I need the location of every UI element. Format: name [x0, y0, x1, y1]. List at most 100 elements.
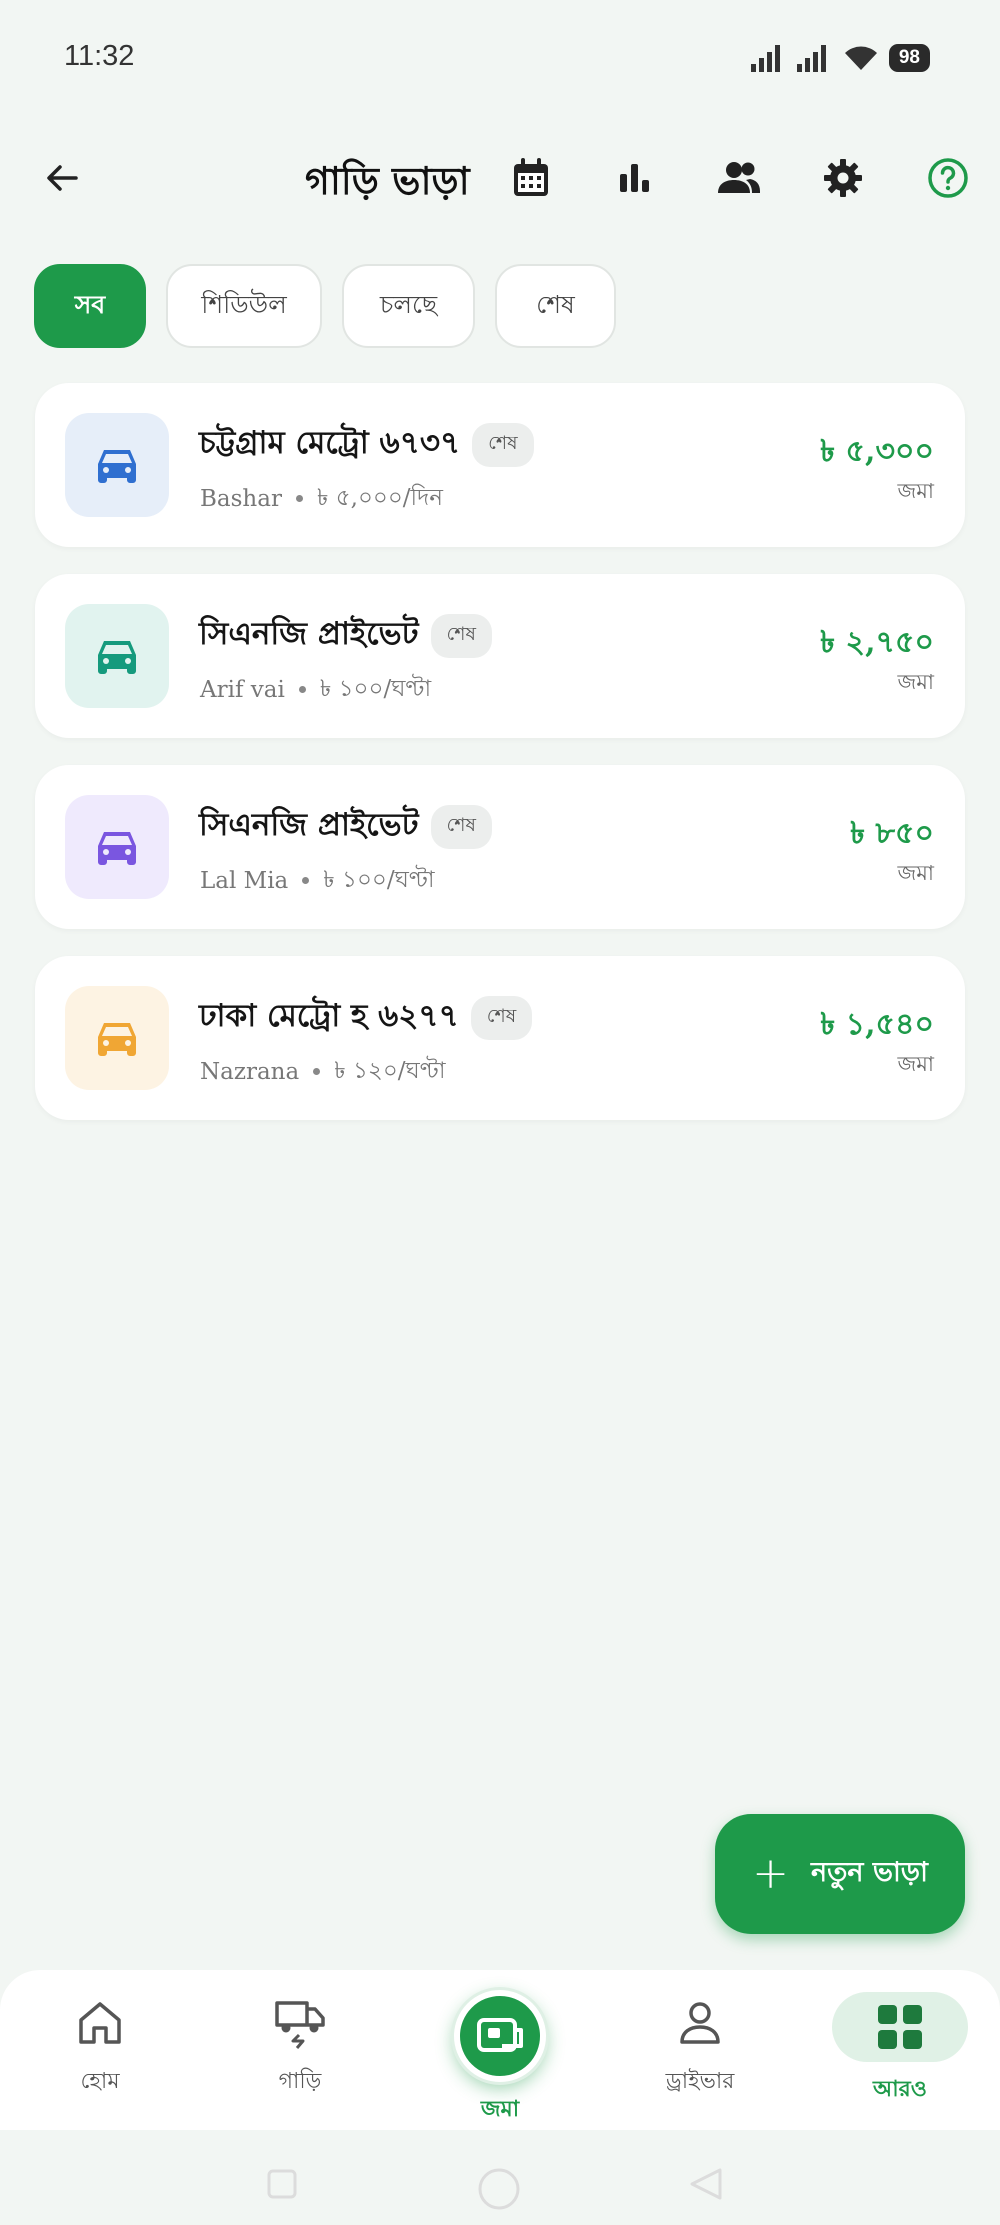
car-icon-box — [65, 413, 169, 517]
nav-item-more[interactable]: আরও — [820, 1992, 980, 2112]
grid-icon — [878, 2005, 922, 2049]
arrow-left-icon — [47, 165, 78, 191]
deposit-label: জমা — [897, 1052, 934, 1076]
app-bar: গাড়ি ভাড়া — [0, 130, 1000, 226]
deposit-amount: ৳ ৮৫০ — [850, 816, 934, 851]
status-time: 11:32 — [64, 40, 135, 72]
people-button[interactable] — [711, 150, 767, 206]
card-title-row: সিএনজি প্রাইভেট শেষ — [199, 801, 492, 853]
nav-label-home: হোম — [80, 2069, 120, 2094]
rental-rate: ৳ ১০০/ঘণ্টা — [323, 867, 435, 893]
vehicle-name: ঢাকা মেট্রো হ ৬২৭৭ — [199, 998, 459, 1034]
status-icons: 98 — [750, 44, 930, 72]
card-subtitle: Lal Mia ৳ ১০০/ঘণ্টা — [200, 861, 435, 900]
nav-item-drivers[interactable]: ড্রাইভার — [620, 1992, 780, 2112]
nav-item-vehicles[interactable]: গাড়ি — [220, 1992, 380, 2112]
rental-card[interactable]: সিএনজি প্রাইভেট শেষ Lal Mia ৳ ১০০/ঘণ্টা … — [35, 765, 965, 929]
driver-name: Nazrana — [200, 1058, 300, 1085]
status-badge: শেষ — [472, 423, 534, 467]
deposit-label: জমা — [897, 861, 934, 885]
card-subtitle: Nazrana ৳ ১২০/ঘণ্টা — [200, 1052, 446, 1091]
rental-rate: ৳ ১২০/ঘণ্টা — [334, 1058, 446, 1084]
car-icon — [98, 1023, 136, 1056]
vehicle-name: চট্টগ্রাম মেট্রো ৬৭৩৭ — [199, 425, 461, 461]
nav-icon-wrap — [677, 1992, 723, 2054]
nav-icon-wrap — [273, 1992, 327, 2054]
rental-card[interactable]: ঢাকা মেট্রো হ ৬২৭৭ শেষ Nazrana ৳ ১২০/ঘণ্… — [35, 956, 965, 1120]
signal-icon — [750, 45, 780, 72]
page-title: গাড়ি ভাড়া — [305, 158, 470, 203]
card-title-row: চট্টগ্রাম মেট্রো ৬৭৩৭ শেষ — [199, 419, 534, 471]
status-bar: 11:32 98 — [0, 0, 1000, 120]
separator-dot — [302, 877, 310, 884]
help-icon — [928, 158, 968, 198]
back-button[interactable] — [36, 152, 88, 204]
filter-chip-scheduled[interactable]: শিডিউল — [166, 264, 322, 348]
driver-name: Bashar — [200, 485, 282, 512]
home-circle-icon[interactable] — [476, 2166, 522, 2212]
recent-apps-icon[interactable] — [266, 2168, 298, 2200]
status-badge: শেষ — [430, 614, 492, 658]
card-title-row: ঢাকা মেট্রো হ ৬২৭৭ শেষ — [199, 992, 533, 1044]
deposit-amount: ৳ ১,৫৪০ — [820, 1007, 934, 1042]
rental-rate: ৳ ১০০/ঘণ্টা — [319, 676, 432, 702]
car-icon — [98, 832, 136, 865]
status-badge: শেষ — [430, 805, 492, 849]
car-icon — [98, 641, 136, 674]
gear-icon — [824, 159, 862, 197]
card-subtitle: Arif vai ৳ ১০০/ঘণ্টা — [200, 670, 431, 709]
filter-chip-finished[interactable]: শেষ — [495, 264, 616, 348]
driver-name: Arif vai — [200, 676, 285, 703]
vehicle-icon — [275, 2001, 325, 2049]
calendar-button[interactable] — [503, 150, 559, 206]
stats-button[interactable] — [607, 150, 663, 206]
help-button[interactable] — [920, 150, 976, 206]
separator-dot — [298, 686, 306, 693]
card-subtitle: Bashar ৳ ৫,০০০/দিন — [200, 479, 443, 518]
separator-dot — [313, 1068, 321, 1075]
calendar-icon — [514, 158, 548, 196]
new-rental-label: নতুন ভাড়া — [810, 1856, 928, 1888]
deposit-label: জমা — [897, 479, 934, 503]
car-icon — [98, 450, 136, 483]
settings-button[interactable] — [815, 150, 871, 206]
deposit-amount: ৳ ২,৭৫০ — [820, 625, 934, 660]
rental-list: চট্টগ্রাম মেট্রো ৬৭৩৭ শেষ Bashar ৳ ৫,০০০… — [35, 383, 965, 1147]
signal-icon — [796, 45, 826, 72]
battery-badge: 98 — [888, 44, 930, 72]
rental-rate: ৳ ৫,০০০/দিন — [316, 485, 443, 511]
car-icon-box — [65, 795, 169, 899]
nav-icon-wrap — [76, 1992, 124, 2054]
plus-icon: + — [752, 1848, 789, 1899]
nav-label-deposit: জমা — [480, 2097, 520, 2122]
status-badge: শেষ — [470, 996, 533, 1040]
bar-chart-icon — [620, 164, 649, 192]
driver-name: Lal Mia — [200, 867, 289, 894]
person-icon — [680, 2002, 720, 2044]
car-icon-box — [65, 986, 169, 1090]
deposit-label: জমা — [897, 670, 934, 694]
filter-chip-running[interactable]: চলছে — [342, 264, 475, 348]
separator-dot — [295, 495, 303, 502]
system-nav-bar — [0, 2130, 1000, 2225]
nav-item-home[interactable]: হোম — [20, 1992, 180, 2112]
nav-label-vehicles: গাড়ি — [278, 2069, 322, 2094]
filter-chip-all[interactable]: সব — [34, 264, 146, 348]
wifi-icon — [844, 46, 877, 70]
home-icon — [79, 2002, 121, 2044]
deposit-nav-button[interactable] — [454, 1990, 546, 2082]
rental-card[interactable]: চট্টগ্রাম মেট্রো ৬৭৩৭ শেষ Bashar ৳ ৫,০০০… — [35, 383, 965, 547]
wallet-icon — [477, 2018, 523, 2052]
rental-card[interactable]: সিএনজি প্রাইভেট শেষ Arif vai ৳ ১০০/ঘণ্টা… — [35, 574, 965, 738]
filter-chips: সব শিডিউল চলছে শেষ — [34, 264, 616, 348]
car-icon-box — [65, 604, 169, 708]
nav-more-pill — [832, 1992, 968, 2062]
deposit-amount: ৳ ৫,৩০০ — [820, 434, 934, 469]
new-rental-button[interactable]: + নতুন ভাড়া — [715, 1814, 965, 1934]
nav-label-drivers: ড্রাইভার — [665, 2069, 735, 2094]
card-title-row: সিএনজি প্রাইভেট শেষ — [199, 610, 492, 662]
vehicle-name: সিএনজি প্রাইভেট — [199, 616, 419, 652]
nav-label-more: আরও — [873, 2077, 927, 2102]
vehicle-name: সিএনজি প্রাইভেট — [199, 807, 419, 843]
back-triangle-icon[interactable] — [688, 2168, 724, 2200]
